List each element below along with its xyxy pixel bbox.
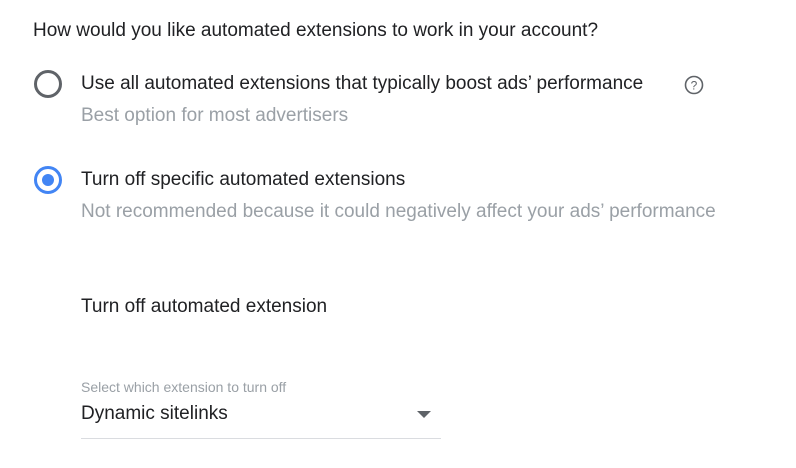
select-underline [81,438,441,439]
select-label: Select which extension to turn off [81,379,287,395]
select-value[interactable]: Dynamic sitelinks [81,402,228,426]
option-label-use-all: Use all automated extensions that typica… [81,73,644,94]
radio-selected-dot [42,174,54,186]
radio-button-unchecked[interactable] [34,70,62,98]
svg-text:?: ? [691,79,698,93]
option-label-turn-off-specific: Turn off specific automated extensions [81,169,406,190]
option-sublabel-use-all: Best option for most advertisers [81,105,349,126]
question-heading: How would you like automated extensions … [33,20,599,41]
help-circle-icon[interactable]: ? [684,75,704,95]
arrow-drop-down-icon[interactable] [417,411,431,418]
option-sublabel-turn-off-specific: Not recommended because it could negativ… [81,201,716,222]
radio-button-checked[interactable] [34,166,62,194]
section-title: Turn off automated extension [81,296,328,317]
extension-select[interactable]: Select which extension to turn off Dynam… [81,378,441,440]
